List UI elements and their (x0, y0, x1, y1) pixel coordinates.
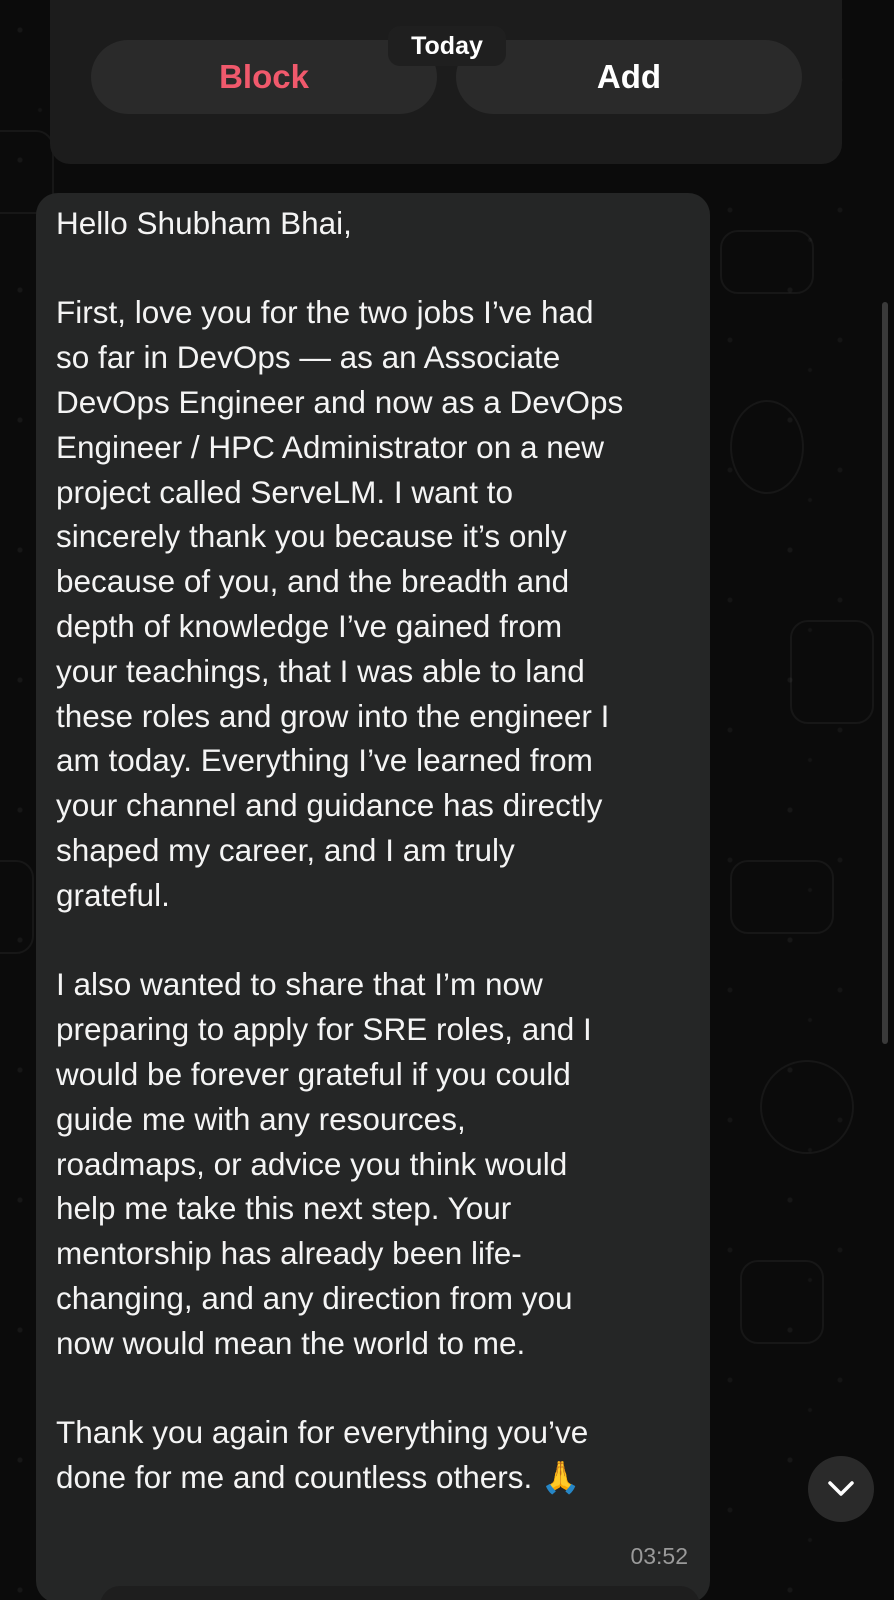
wallpaper-doodle (790, 620, 874, 724)
incoming-message-bubble[interactable]: Hello Shubham Bhai, First, love you for … (36, 193, 710, 1600)
contact-action-banner: Block Add (50, 0, 842, 164)
message-line: help me take this next step. Your (56, 1190, 512, 1226)
message-line: project called ServeLM. I want to (56, 474, 513, 510)
message-line: would be forever grateful if you could (56, 1056, 571, 1092)
message-line: because of you, and the breadth and (56, 563, 570, 599)
wallpaper-doodle (0, 860, 34, 954)
message-line: Thank you again for everything you’ve (56, 1414, 589, 1450)
date-separator: Today (388, 26, 506, 66)
message-line: am today. Everything I’ve learned from (56, 742, 593, 778)
wallpaper-doodle (720, 230, 814, 294)
scrollbar[interactable] (882, 302, 888, 1044)
wallpaper-doodle (740, 1260, 824, 1344)
wallpaper-doodle (760, 1060, 854, 1154)
message-line: done for me and countless others. 🙏 (56, 1459, 581, 1495)
chevron-down-icon (828, 1481, 854, 1496)
scroll-to-bottom-button[interactable] (808, 1456, 874, 1522)
message-line: depth of knowledge I’ve gained from (56, 608, 563, 644)
block-button[interactable]: Block (91, 40, 437, 114)
message-line: roadmaps, or advice you think would (56, 1146, 568, 1182)
message-line: I also wanted to share that I’m now (56, 966, 543, 1002)
message-line: First, love you for the two jobs I’ve ha… (56, 294, 594, 330)
message-line: DevOps Engineer and now as a DevOps (56, 384, 624, 420)
message-line: your channel and guidance has directly (56, 787, 603, 823)
message-timestamp: 03:52 (630, 1543, 688, 1569)
message-line: Hello Shubham Bhai, (56, 205, 352, 241)
message-line: your teachings, that I was able to land (56, 653, 585, 689)
message-line: preparing to apply for SRE roles, and I (56, 1011, 592, 1047)
message-line: grateful. (56, 877, 170, 913)
add-contact-button[interactable]: Add (456, 40, 802, 114)
message-line: guide me with any resources, (56, 1101, 466, 1137)
message-line: these roles and grow into the engineer I (56, 698, 610, 734)
message-input-bar[interactable] (100, 1586, 700, 1600)
message-line: now would mean the world to me. (56, 1325, 526, 1361)
message-line: changing, and any direction from you (56, 1280, 573, 1316)
wallpaper-doodle (730, 400, 804, 494)
message-line: Engineer / HPC Administrator on a new (56, 429, 605, 465)
message-line: so far in DevOps — as an Associate (56, 339, 561, 375)
message-line: mentorship has already been life- (56, 1235, 522, 1271)
message-line: shaped my career, and I am truly (56, 832, 515, 868)
wallpaper-doodle (730, 860, 834, 934)
message-line: sincerely thank you because it’s only (56, 518, 567, 554)
